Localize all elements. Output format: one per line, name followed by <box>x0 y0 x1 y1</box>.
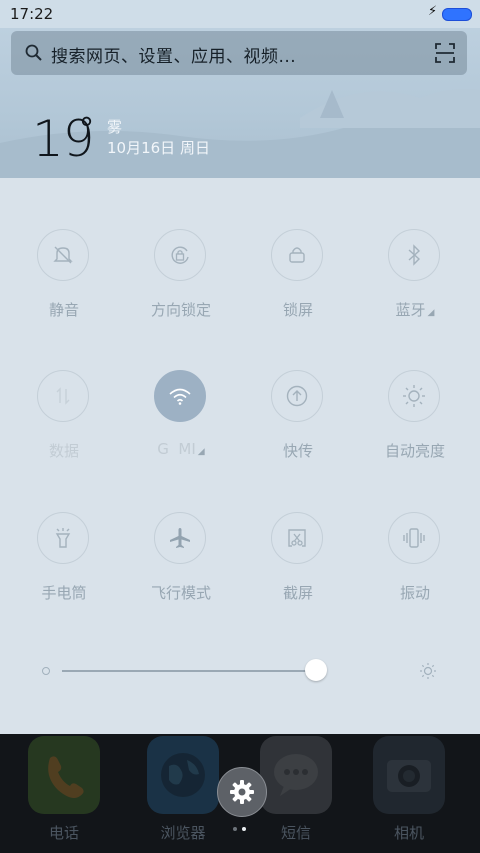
charging-icon: ⚡ <box>428 4 438 19</box>
menu-triangle-icon: ◢ <box>197 447 205 457</box>
silent-bell-icon <box>37 229 89 281</box>
toggle-label: 蓝牙 ◢ <box>395 301 435 319</box>
search-icon <box>25 44 42 61</box>
brightness-low-icon <box>42 667 50 675</box>
rotation-lock-icon <box>154 229 206 281</box>
toggle-wifi[interactable]: G MI ◢ <box>126 370 236 480</box>
brightness-slider[interactable] <box>0 178 480 681</box>
quick-settings-panel: 静音 方向锁定 锁屏 蓝牙 ◢ 数据 G MI ◢ 快传 自动亮度 手电筒 飞行… <box>0 178 480 734</box>
battery-icon <box>442 8 472 21</box>
bluetooth-icon <box>388 229 440 281</box>
fast-transfer-icon <box>271 370 323 422</box>
toggle-label: 数据 <box>48 442 79 460</box>
wifi-icon <box>154 370 206 422</box>
app-label: 短信 <box>280 824 311 842</box>
toggle-label: 锁屏 <box>282 301 313 319</box>
toggle-auto-brightness[interactable]: 自动亮度 <box>360 370 470 480</box>
weather-header: 搜索网页、设置、应用、视频... 19 ° 雾 10月16日 周日 <box>0 28 480 178</box>
toggle-fast-transfer[interactable]: 快传 <box>243 370 353 480</box>
app-label: 相机 <box>393 824 424 842</box>
toggle-label: 静音 <box>48 301 79 319</box>
degree-symbol: ° <box>79 112 94 147</box>
toggle-silent[interactable]: 静音 <box>9 229 119 339</box>
toggle-label: 飞行模式 <box>150 584 211 602</box>
weather-condition: 雾 <box>107 118 123 136</box>
phone-icon <box>28 736 100 814</box>
toggle-data[interactable]: 数据 <box>9 370 119 480</box>
menu-triangle-icon: ◢ <box>427 308 435 318</box>
toggle-label: 振动 <box>399 584 430 602</box>
brightness-thumb[interactable] <box>305 659 328 681</box>
search-input[interactable]: 搜索网页、设置、应用、视频... <box>51 42 296 67</box>
lock-icon <box>271 229 323 281</box>
search-bar[interactable]: 搜索网页、设置、应用、视频... <box>11 31 467 75</box>
page-dot-active <box>242 827 246 831</box>
settings-button[interactable] <box>217 767 267 817</box>
browser-icon <box>147 736 219 814</box>
page-indicator <box>233 827 253 833</box>
toggle-lock-screen[interactable]: 锁屏 <box>243 229 353 339</box>
camera-icon <box>373 736 445 814</box>
toggle-airplane-mode[interactable]: 飞行模式 <box>126 512 236 622</box>
toggle-rotation-lock[interactable]: 方向锁定 <box>126 229 236 339</box>
airplane-icon <box>154 512 206 564</box>
toggle-flashlight[interactable]: 手电筒 <box>9 512 119 622</box>
toggle-label: 手电筒 <box>41 584 87 602</box>
data-arrows-icon <box>37 370 89 422</box>
brightness-track[interactable] <box>62 670 314 672</box>
toggle-screenshot[interactable]: 截屏 <box>243 512 353 622</box>
toggle-label: 截屏 <box>282 584 313 602</box>
auto-brightness-icon <box>388 370 440 422</box>
vibrate-icon <box>388 512 440 564</box>
flashlight-icon <box>37 512 89 564</box>
status-bar: 17:22 ⚡ <box>0 0 480 28</box>
toggle-label: 自动亮度 <box>384 442 445 460</box>
clock: 17:22 <box>10 5 54 23</box>
screenshot-icon <box>271 512 323 564</box>
toggle-vibrate[interactable]: 振动 <box>360 512 470 622</box>
toggle-label: 方向锁定 <box>150 301 211 319</box>
weather-date: 10月16日 周日 <box>107 139 210 157</box>
brightness-high-icon <box>420 663 436 679</box>
toggle-bluetooth[interactable]: 蓝牙 ◢ <box>360 229 470 339</box>
app-label: 电话 <box>48 824 79 842</box>
toggle-label: 快传 <box>282 442 313 460</box>
app-label: 浏览器 <box>160 824 206 842</box>
toggle-label: G MI ◢ <box>157 440 205 458</box>
page-dot <box>233 827 237 831</box>
messages-icon <box>260 736 332 814</box>
gear-icon <box>230 780 254 804</box>
scan-icon[interactable] <box>435 43 455 63</box>
